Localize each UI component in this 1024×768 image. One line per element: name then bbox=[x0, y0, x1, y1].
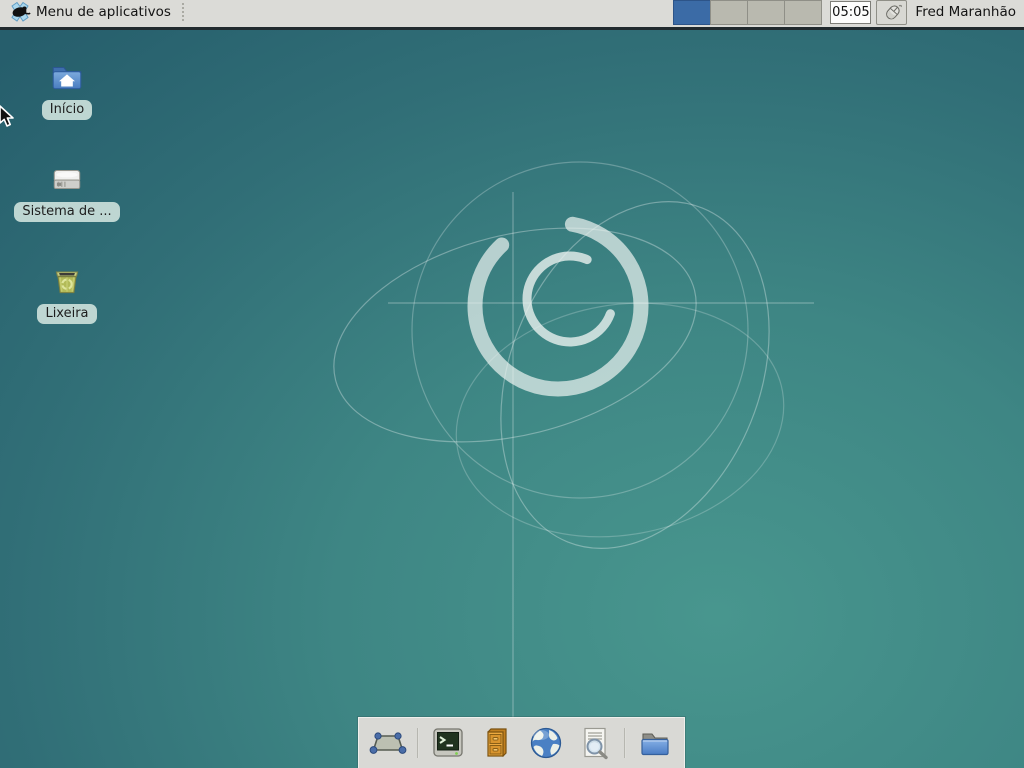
logged-in-username: Fred Maranhão bbox=[915, 4, 1016, 20]
session-action-button[interactable] bbox=[876, 0, 907, 25]
applications-menu-label: Menu de aplicativos bbox=[36, 4, 171, 20]
file-manager-icon bbox=[636, 724, 674, 762]
desktop-icon-label: Início bbox=[42, 100, 92, 120]
application-finder-launcher[interactable] bbox=[575, 723, 615, 763]
workspace-cell-4[interactable] bbox=[784, 0, 822, 25]
terminal-icon bbox=[429, 724, 467, 762]
show-desktop-icon bbox=[369, 724, 407, 762]
workspace-switcher bbox=[674, 0, 822, 25]
file-cabinet-icon bbox=[478, 724, 516, 762]
file-cabinet-launcher[interactable] bbox=[477, 723, 517, 763]
home-folder-icon bbox=[49, 59, 85, 95]
terminal-launcher[interactable] bbox=[428, 723, 468, 763]
desktop-icon-label: Sistema de ... bbox=[14, 202, 119, 222]
clock[interactable]: 05:05 bbox=[830, 1, 871, 24]
application-finder-icon bbox=[576, 724, 614, 762]
top-panel: Menu de aplicativos 05:05 Fred Maranhão bbox=[0, 0, 1024, 30]
desktop-icon-filesystem[interactable]: Sistema de ... bbox=[7, 161, 127, 222]
desktop-background: Início Sistema de ... Lixeira bbox=[0, 0, 1024, 768]
workspace-cell-1[interactable] bbox=[673, 0, 711, 25]
file-manager-launcher[interactable] bbox=[635, 723, 675, 763]
desktop-icon-label: Lixeira bbox=[37, 304, 96, 324]
applications-menu-button[interactable]: Menu de aplicativos bbox=[6, 0, 174, 26]
dock-separator bbox=[624, 728, 626, 758]
workspace-cell-3[interactable] bbox=[747, 0, 785, 25]
web-browser-launcher[interactable] bbox=[526, 723, 566, 763]
trash-icon bbox=[49, 263, 85, 299]
filesystem-drive-icon bbox=[49, 161, 85, 197]
web-browser-icon bbox=[527, 724, 565, 762]
workspace-cell-2[interactable] bbox=[710, 0, 748, 25]
show-desktop-button[interactable] bbox=[368, 723, 408, 763]
panel-grip-handle[interactable] bbox=[180, 1, 186, 23]
xfce-mouse-logo-icon bbox=[9, 1, 31, 23]
dock-separator bbox=[417, 728, 419, 758]
desktop-icon-trash[interactable]: Lixeira bbox=[7, 263, 127, 324]
computer-mouse-icon bbox=[882, 2, 902, 22]
clock-time: 05:05 bbox=[832, 5, 869, 20]
desktop-icon-home[interactable]: Início bbox=[7, 59, 127, 120]
debian-swirl-wallpaper bbox=[0, 0, 1024, 768]
bottom-dock bbox=[358, 717, 685, 768]
